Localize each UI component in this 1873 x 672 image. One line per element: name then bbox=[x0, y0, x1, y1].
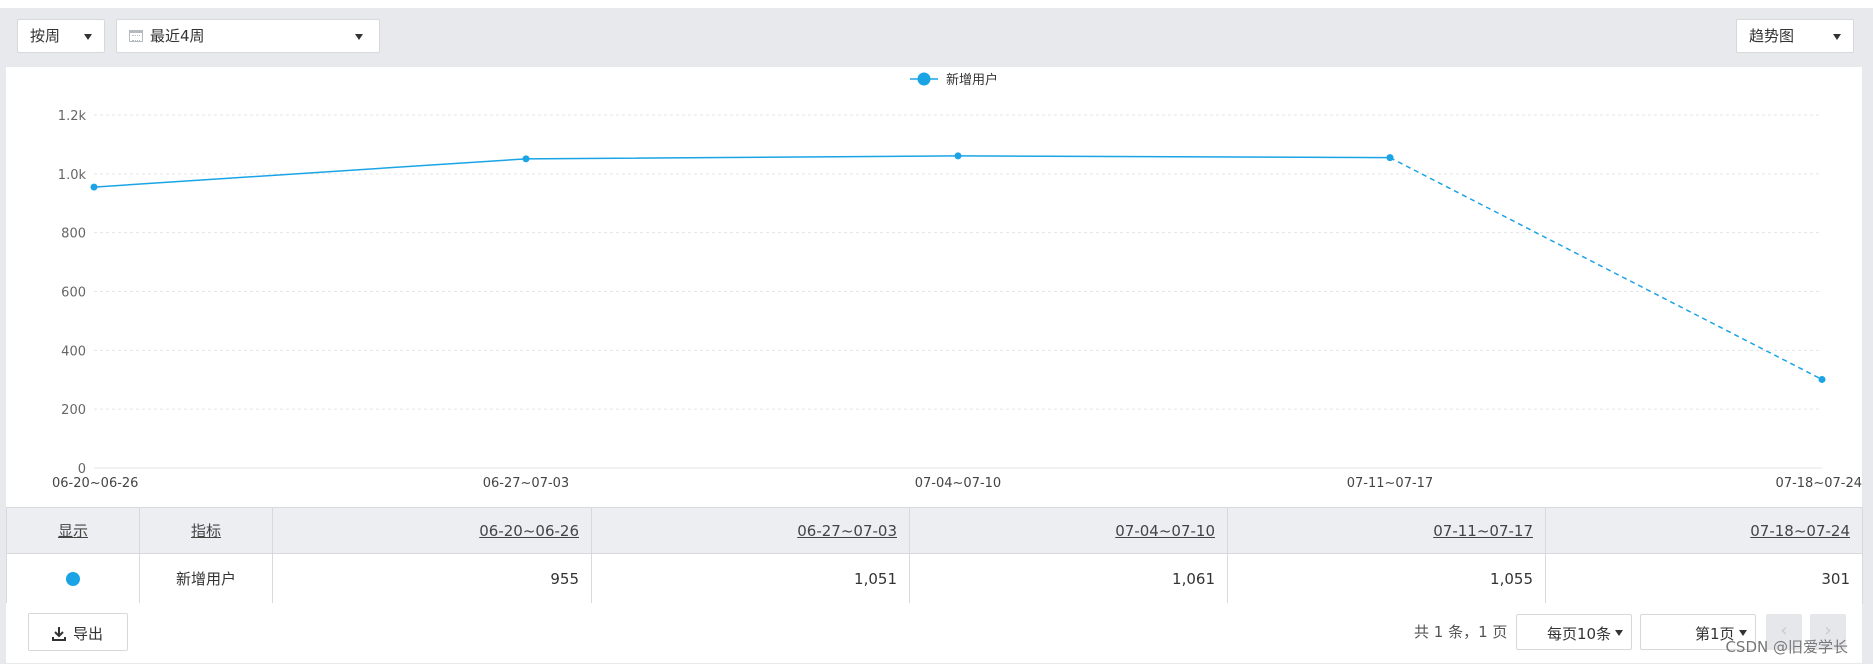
x-tick-label: 06-27~07-03 bbox=[483, 476, 569, 491]
legend-label[interactable]: 新增用户 bbox=[946, 72, 998, 88]
y-tick-label: 0 bbox=[78, 462, 86, 477]
pagination-summary: 共 1 条，1 页 bbox=[1414, 623, 1508, 641]
column-header-week-4[interactable]: 07-11~07-17 bbox=[1227, 507, 1546, 554]
data-point[interactable] bbox=[954, 152, 962, 160]
x-tick-label: 07-04~07-10 bbox=[915, 476, 1001, 491]
chevron-down-icon bbox=[84, 34, 92, 40]
data-point[interactable] bbox=[1386, 154, 1394, 162]
value-cell-week-2: 1,051 bbox=[591, 553, 910, 604]
period-select[interactable]: 按周 bbox=[17, 19, 105, 53]
toolbar: 按周 最近4周 趋势图 bbox=[0, 8, 1873, 68]
series-visibility-dot-icon[interactable] bbox=[66, 572, 80, 586]
column-header-week-1[interactable]: 06-20~06-26 bbox=[272, 507, 592, 554]
y-tick-label: 200 bbox=[61, 403, 86, 418]
column-header-week-3[interactable]: 07-04~07-10 bbox=[909, 507, 1228, 554]
data-table-panel: 显示 指标 06-20~06-26 06-27~07-03 07-04~07-1… bbox=[6, 507, 1863, 604]
table-row: 新增用户 955 1,051 1,061 1,055 301 bbox=[6, 553, 1863, 604]
value-cell-week-5: 301 bbox=[1545, 553, 1863, 604]
x-tick-label: 07-11~07-17 bbox=[1347, 476, 1433, 491]
column-header-show[interactable]: 显示 bbox=[6, 507, 140, 554]
column-header-week-5[interactable]: 07-18~07-24 bbox=[1545, 507, 1863, 554]
show-toggle-cell[interactable] bbox=[6, 553, 140, 604]
chart-panel: 0 200 400 600 800 1.0k 1.2k 06-20~06-26 06-27~07… bbox=[6, 67, 1862, 507]
period-select-label: 按周 bbox=[30, 27, 61, 45]
view-select-label: 趋势图 bbox=[1749, 27, 1795, 45]
export-button[interactable]: 导出 bbox=[28, 613, 128, 651]
data-point[interactable] bbox=[522, 155, 530, 163]
value-cell-week-4: 1,055 bbox=[1227, 553, 1546, 604]
data-point[interactable] bbox=[1818, 375, 1826, 383]
view-select[interactable]: 趋势图 bbox=[1736, 19, 1854, 53]
y-tick-label: 800 bbox=[61, 227, 86, 242]
table-header-row: 显示 指标 06-20~06-26 06-27~07-03 07-04~07-1… bbox=[6, 507, 1863, 554]
chevron-down-icon bbox=[355, 34, 363, 40]
x-tick-label: 06-20~06-26 bbox=[52, 476, 138, 491]
table-footer: 导出 共 1 条，1 页 每页10条 第1页 ‹ › CSDN @旧爱学长 bbox=[6, 603, 1862, 663]
data-point[interactable] bbox=[90, 183, 98, 191]
legend-marker[interactable] bbox=[917, 72, 931, 86]
export-label: 导出 bbox=[73, 625, 104, 643]
chevron-down-icon bbox=[1833, 34, 1841, 40]
calendar-icon bbox=[129, 30, 143, 42]
page-size-select[interactable]: 每页10条 bbox=[1516, 614, 1632, 650]
series-line-projected bbox=[1389, 156, 1823, 381]
date-range-select[interactable]: 最近4周 bbox=[116, 19, 380, 53]
column-header-metric[interactable]: 指标 bbox=[139, 507, 273, 554]
y-tick-label: 400 bbox=[61, 344, 86, 359]
value-cell-week-3: 1,061 bbox=[909, 553, 1228, 604]
chevron-down-icon bbox=[1615, 630, 1623, 636]
x-tick-label: 07-18~07-24 bbox=[1776, 476, 1862, 491]
y-tick-label: 1.2k bbox=[58, 109, 87, 124]
y-tick-label: 600 bbox=[61, 286, 86, 301]
watermark: CSDN @旧爱学长 bbox=[1725, 638, 1848, 656]
y-tick-label: 1.0k bbox=[58, 168, 87, 183]
value-cell-week-1: 955 bbox=[272, 553, 592, 604]
data-table: 显示 指标 06-20~06-26 06-27~07-03 07-04~07-1… bbox=[6, 507, 1863, 604]
metric-cell: 新增用户 bbox=[139, 553, 273, 604]
column-header-week-2[interactable]: 06-27~07-03 bbox=[591, 507, 910, 554]
page-size-label: 每页10条 bbox=[1547, 625, 1612, 643]
trend-chart: 0 200 400 600 800 1.0k 1.2k 06-20~06-26 06-27~07… bbox=[52, 72, 1862, 491]
date-range-label: 最近4周 bbox=[150, 27, 205, 45]
download-icon bbox=[52, 627, 66, 641]
series-line bbox=[93, 155, 1391, 188]
